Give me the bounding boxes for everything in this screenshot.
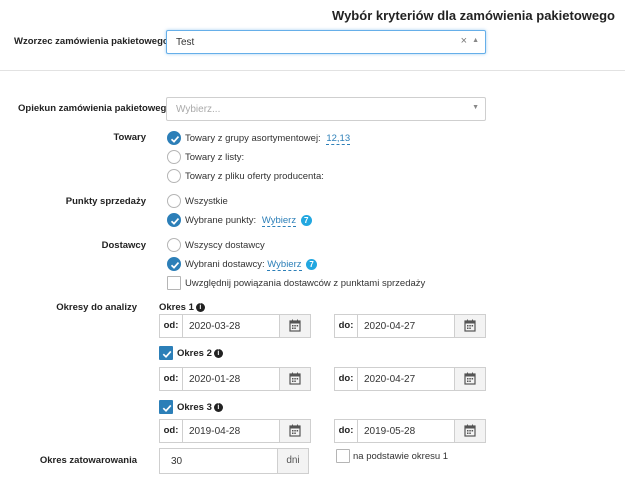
option-dostawcy-wybrani: Wybrani dostawcy: Wybierz 7 — [185, 259, 318, 272]
wzorzec-label: Wzorzec zamówienia pakietowego — [14, 36, 169, 47]
wzorzec-value: Test — [176, 37, 195, 48]
option-punkty-wybrane: Wybrane punkty: Wybierz 7 — [185, 215, 312, 228]
do-label: do: — [335, 368, 358, 390]
question-badge-icon[interactable]: 7 — [300, 215, 312, 226]
wzorzec-select[interactable]: Test × ▲ — [166, 30, 486, 54]
calendar-icon[interactable] — [279, 315, 310, 337]
checkbox-uwzglednij-label: Uwzględnij powiązania dostawców z punkta… — [185, 278, 426, 289]
checkmark-icon — [170, 136, 180, 143]
do-label: do: — [335, 420, 358, 442]
radio-towary-plik[interactable] — [167, 169, 181, 183]
radio-punkty-wszystkie[interactable] — [167, 194, 181, 208]
od-label: od: — [160, 368, 183, 390]
info-icon: i — [213, 348, 223, 358]
chevron-up-icon[interactable]: ▲ — [472, 37, 479, 44]
okres-2-title-text: Okres 2 — [177, 348, 212, 359]
do-label: do: — [335, 315, 358, 337]
okres-2-od-value[interactable]: 2020-01-28 — [189, 374, 240, 385]
okres-2-do-field[interactable]: do: 2020-04-27 — [334, 367, 486, 391]
info-icon: i — [195, 302, 205, 312]
checkmark-icon — [170, 218, 180, 225]
okresy-label: Okresy do analizy — [56, 302, 137, 313]
calendar-icon[interactable] — [454, 420, 485, 442]
okres-3-od-field[interactable]: od: 2019-04-28 — [159, 419, 311, 443]
okres-1-title-text: Okres 1 — [159, 302, 194, 313]
towary-grupa-link[interactable]: 12,13 — [326, 133, 351, 145]
okres-3-title: Okres 3i — [177, 402, 223, 413]
section-divider — [0, 70, 625, 71]
towary-label: Towary — [113, 132, 146, 143]
okres-3-od-value[interactable]: 2019-04-28 — [189, 426, 240, 437]
radio-towary-lista[interactable] — [167, 150, 181, 164]
od-label: od: — [160, 420, 183, 442]
calendar-icon[interactable] — [279, 368, 310, 390]
okres-2-checkbox[interactable] — [159, 346, 173, 360]
zatowarowanie-checkbox[interactable] — [336, 449, 350, 463]
punkty-wybierz-link[interactable]: Wybierz — [261, 215, 297, 228]
okres-1-do-field[interactable]: do: 2020-04-27 — [334, 314, 486, 338]
okres-2-od-field[interactable]: od: 2020-01-28 — [159, 367, 311, 391]
option-towary-grupa: Towary z grupy asortymentowej: 12,13 — [185, 133, 351, 145]
days-unit: dni — [277, 449, 308, 473]
zatowarowanie-input[interactable]: 30 dni — [159, 448, 309, 474]
info-icon: i — [213, 402, 223, 412]
radio-dostawcy-wybrani[interactable] — [167, 257, 181, 271]
option-punkty-wszystkie: Wszystkie — [185, 196, 228, 207]
opiekun-placeholder: Wybierz... — [176, 104, 221, 115]
option-towary-lista: Towary z listy: — [185, 152, 245, 163]
okres-1-do-value[interactable]: 2020-04-27 — [364, 321, 415, 332]
zatowarowanie-checkbox-label: na podstawie okresu 1 — [353, 451, 449, 462]
checkmark-icon — [162, 404, 172, 413]
checkmark-icon — [170, 262, 180, 269]
zatowarowanie-label: Okres zatowarowania — [39, 455, 137, 466]
calendar-icon[interactable] — [279, 420, 310, 442]
okres-1-od-value[interactable]: 2020-03-28 — [189, 321, 240, 332]
chevron-down-icon[interactable]: ▼ — [472, 104, 479, 111]
radio-dostawcy-wszyscy[interactable] — [167, 238, 181, 252]
od-label: od: — [160, 315, 183, 337]
option-dostawcy-wszyscy: Wszyscy dostawcy — [185, 240, 265, 251]
radio-towary-grupa[interactable] — [167, 131, 181, 145]
punkty-label: Punkty sprzedaży — [65, 196, 146, 207]
opiekun-label: Opiekun zamówienia pakietowego — [18, 103, 173, 114]
okres-3-do-value[interactable]: 2019-05-28 — [364, 426, 415, 437]
radio-punkty-wybrane[interactable] — [167, 213, 181, 227]
question-badge-icon[interactable]: 7 — [306, 259, 318, 270]
option-punkty-wybrane-label: Wybrane punkty: — [185, 215, 257, 227]
okres-3-do-field[interactable]: do: 2019-05-28 — [334, 419, 486, 443]
option-towary-plik: Towary z pliku oferty producenta: — [185, 171, 324, 182]
zatowarowanie-value[interactable]: 30 — [171, 456, 182, 467]
page-title: Wybór kryteriów dla zamówienia pakietowe… — [332, 8, 615, 23]
okres-3-checkbox[interactable] — [159, 400, 173, 414]
okres-1-title: Okres 1i — [159, 302, 205, 313]
dostawcy-label: Dostawcy — [101, 240, 146, 251]
option-dostawcy-wybrani-label: Wybrani dostawcy: — [185, 259, 265, 271]
okres-1-od-field[interactable]: od: 2020-03-28 — [159, 314, 311, 338]
checkbox-uwzglednij[interactable] — [167, 276, 181, 290]
opiekun-select[interactable]: Wybierz... ▼ — [166, 97, 486, 121]
checkmark-icon — [162, 350, 172, 359]
dostawcy-wybierz-link[interactable]: Wybierz — [267, 259, 302, 272]
okres-3-title-text: Okres 3 — [177, 402, 212, 413]
okres-2-do-value[interactable]: 2020-04-27 — [364, 374, 415, 385]
option-towary-grupa-label: Towary z grupy asortymentowej: — [185, 133, 321, 144]
okres-2-title: Okres 2i — [177, 348, 223, 359]
clear-icon[interactable]: × — [461, 35, 467, 47]
calendar-icon[interactable] — [454, 315, 485, 337]
calendar-icon[interactable] — [454, 368, 485, 390]
